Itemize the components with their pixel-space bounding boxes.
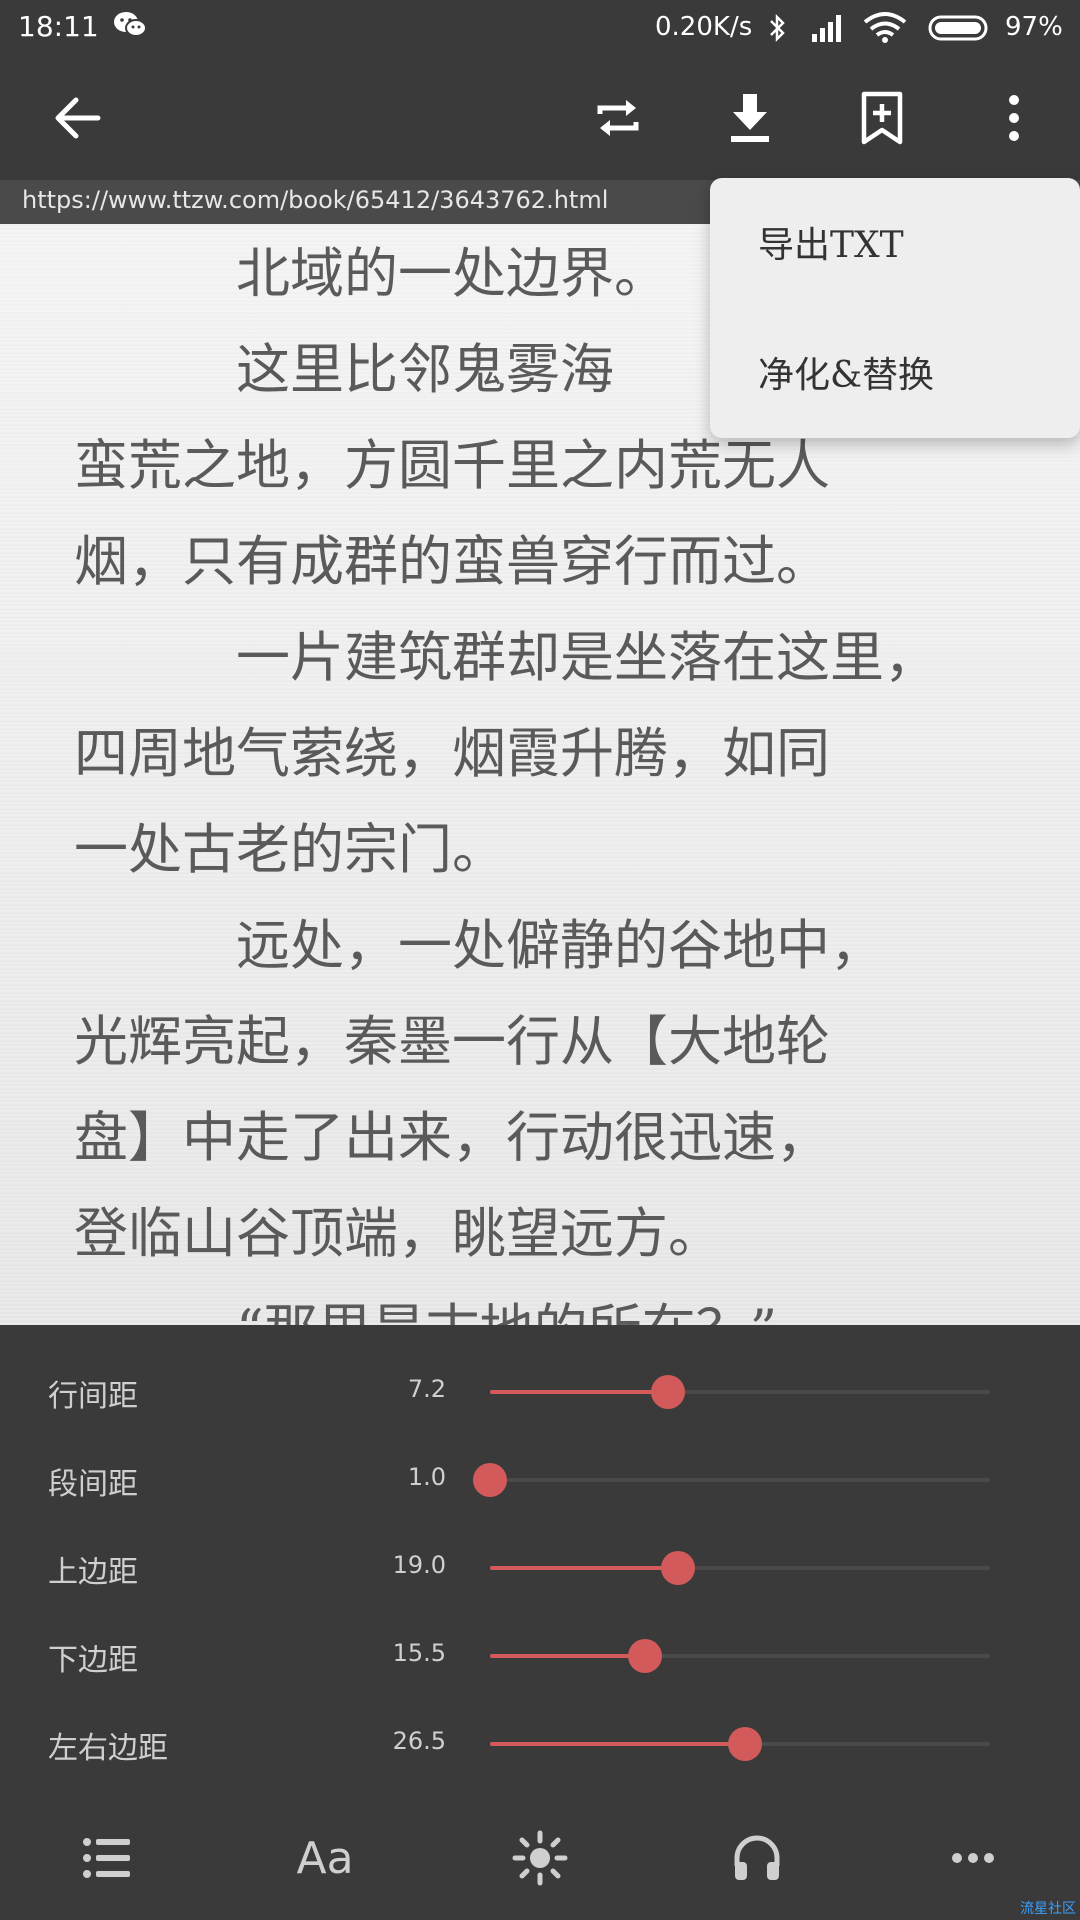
overflow-menu: 导出TXT 净化&替换 [710,178,1080,438]
setting-value: 15.5 [392,1639,446,1667]
chapter-list-button[interactable] [62,1813,152,1903]
text-line: 光辉亮起，秦墨一行从【大地轮 [74,1010,830,1073]
slider-thumb[interactable] [660,1551,695,1585]
text-line: 盘】中走了出来，行动很迅速， [74,1106,830,1169]
setting-label: 左右边距 [48,1731,168,1766]
wechat-icon [114,12,147,37]
headphones-icon [734,1835,780,1880]
setting-row-side-margin: 左右边距 26.5 [0,1703,1080,1783]
network-speed: 0.20K/s [655,12,753,42]
app-toolbar [0,56,1080,180]
download-icon [731,94,769,142]
setting-value: 7.2 [407,1375,446,1403]
bottom-margin-slider[interactable] [490,1639,990,1673]
bottom-nav: Aa 流星社区 [0,1795,1080,1920]
setting-value: 19.0 [392,1551,446,1579]
read-aloud-button[interactable] [712,1813,802,1903]
top-margin-slider[interactable] [490,1551,990,1585]
text-line: 一片建筑群却是坐落在这里， [74,626,938,689]
menu-item-export-txt[interactable]: 导出TXT [758,216,904,268]
wifi-icon [863,12,907,43]
signal-icon [812,15,841,42]
slider-fill [490,1654,645,1658]
url-text: https://www.ttzw.com/book/65412/3643762.… [22,186,609,214]
setting-label: 段间距 [48,1467,138,1502]
status-bar: 18:11 0.20K/s 97% [0,0,1080,56]
setting-row-paragraph-spacing: 段间距 1.0 [0,1439,1080,1519]
setting-value: 1.0 [407,1463,446,1491]
setting-row-line-spacing: 行间距 7.2 [0,1351,1080,1431]
bookmark-add-icon [861,91,903,145]
slider-thumb[interactable] [650,1375,685,1409]
battery-icon [928,15,988,41]
setting-label: 行间距 [48,1379,138,1414]
text-line: 一处古老的宗门。 [74,818,506,881]
list-icon [83,1838,130,1878]
brightness-button[interactable] [495,1813,585,1903]
text-line: 四周地气萦绕，烟霞升腾，如同 [74,722,830,785]
text-line: 烟，只有成群的蛮兽穿行而过。 [74,530,830,593]
setting-label: 上边距 [48,1555,138,1590]
layout-settings-panel: 行间距 7.2 段间距 1.0 上边距 19.0 下边距 15.5 左右边距 2… [0,1325,1080,1795]
slider-thumb[interactable] [628,1639,662,1673]
text-line: 登临山谷顶端，眺望远方。 [74,1202,722,1265]
more-options-button[interactable] [974,78,1054,158]
side-margin-slider[interactable] [490,1727,990,1761]
battery-percent: 97% [1005,12,1063,42]
paragraph-spacing-slider[interactable] [473,1463,990,1497]
slider-fill [490,1742,745,1746]
menu-item-purify-replace[interactable]: 净化&替换 [758,346,934,398]
add-bookmark-button[interactable] [842,78,922,158]
text-line: “那里是古地的所在？” [74,1282,1004,1325]
slider-fill [490,1390,668,1394]
slider-fill [490,1566,678,1570]
more-horiz-icon [952,1853,994,1863]
more-vert-icon [1009,95,1019,141]
download-button[interactable] [710,78,790,158]
slider-thumb[interactable] [728,1727,762,1761]
font-settings-button[interactable]: Aa [280,1813,370,1903]
setting-value: 26.5 [392,1727,446,1755]
more-button[interactable] [928,1813,1018,1903]
setting-row-top-margin: 上边距 19.0 [0,1527,1080,1607]
back-arrow-icon [55,97,101,139]
back-button[interactable] [38,78,118,158]
text-line: 远处，一处僻静的谷地中， [74,914,884,977]
brightness-icon [512,1830,568,1886]
setting-row-bottom-margin: 下边距 15.5 [0,1615,1080,1695]
bluetooth-icon [770,13,785,43]
status-time: 18:11 [18,10,99,43]
font-icon: Aa [296,1832,354,1884]
slider-thumb[interactable] [473,1463,507,1497]
refresh-icon [597,100,639,136]
setting-label: 下边距 [48,1643,138,1678]
watermark: 流星社区 [1020,1901,1076,1917]
refresh-button[interactable] [578,78,658,158]
line-spacing-slider[interactable] [490,1375,990,1409]
